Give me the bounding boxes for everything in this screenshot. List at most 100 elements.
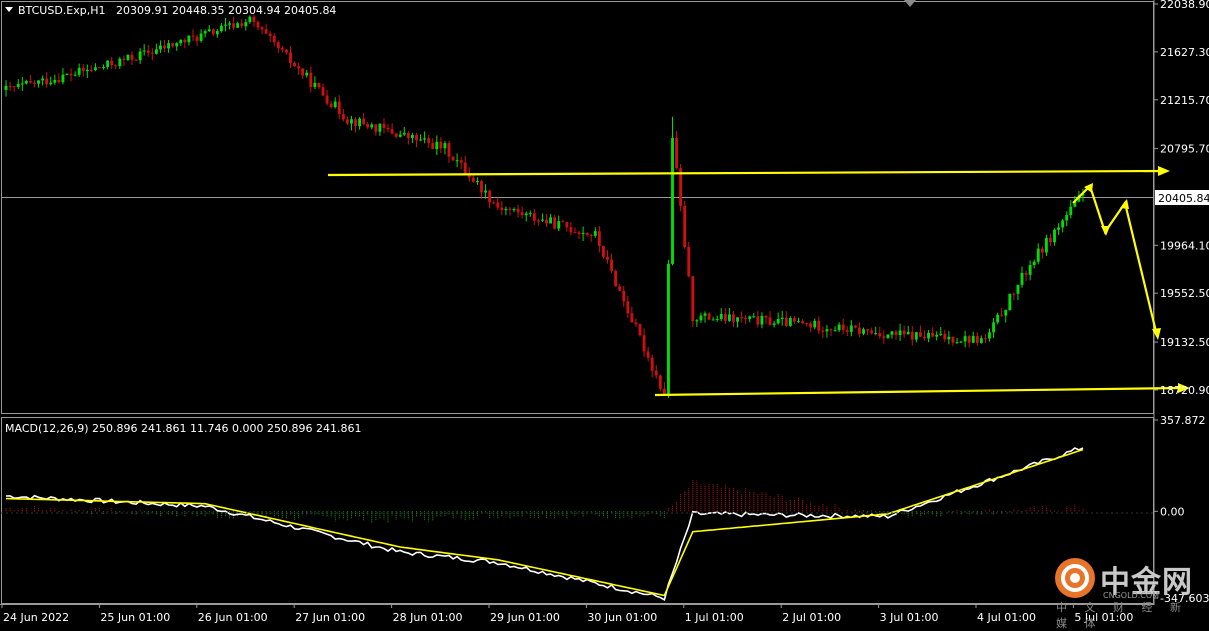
candle-body	[81, 67, 85, 72]
candle-body	[20, 83, 24, 85]
candle-body	[1028, 265, 1032, 275]
candle-body	[837, 324, 841, 331]
price-tick-label: 20795.70	[1160, 143, 1209, 156]
candle-body	[894, 331, 898, 336]
candle-body	[289, 52, 292, 64]
collapse-triangle-icon[interactable]	[5, 7, 13, 12]
candle-body	[232, 23, 236, 28]
candle-body	[305, 72, 309, 76]
candle-body	[788, 318, 792, 326]
candle-body	[793, 318, 796, 322]
candle-body	[106, 60, 110, 68]
candle-body	[1036, 248, 1040, 262]
time-tick-label: 27 Jun 01:00	[295, 611, 365, 624]
candle-body	[634, 322, 638, 325]
candle-body	[1040, 248, 1044, 253]
candle-body	[394, 133, 398, 137]
candle-body	[1012, 293, 1016, 295]
candle-body	[1044, 237, 1048, 253]
candle-body	[12, 86, 16, 88]
candle-body	[260, 27, 264, 30]
candles-group	[4, 14, 1085, 399]
candle-body	[313, 82, 317, 88]
candle-body	[988, 332, 991, 339]
candle-body	[415, 135, 418, 141]
candle-body	[902, 330, 906, 335]
time-tick-label: 30 Jun 01:00	[587, 611, 657, 624]
candle-body	[350, 119, 353, 124]
candle-body	[370, 124, 374, 128]
candle-body	[882, 336, 886, 339]
candle-body	[687, 246, 691, 277]
resistance-line	[327, 169, 1163, 177]
candle-body	[979, 338, 983, 343]
candle-body	[435, 141, 439, 150]
candle-body	[756, 316, 760, 325]
annotations-group	[327, 166, 1190, 397]
candle-body	[321, 87, 325, 96]
candle-body	[1032, 261, 1036, 266]
candle-body	[618, 286, 622, 291]
candle-body	[431, 142, 435, 150]
candle-body	[906, 331, 910, 335]
candle-body	[593, 231, 597, 236]
candle-body	[451, 156, 455, 161]
candle-body	[1024, 272, 1028, 275]
candle-body	[947, 336, 951, 340]
candle-body	[191, 35, 195, 37]
candle-body	[695, 320, 699, 322]
macd-panel-frame	[1, 417, 1154, 604]
candle-body	[658, 375, 662, 389]
candle-body	[914, 332, 918, 340]
candle-body	[374, 124, 378, 132]
candle-body	[776, 318, 780, 324]
candle-body	[967, 336, 971, 343]
candle-body	[1053, 229, 1056, 243]
candle-body	[715, 319, 719, 321]
candle-body	[602, 245, 605, 257]
candle-body	[49, 82, 53, 85]
candle-body	[455, 160, 459, 162]
candle-body	[667, 263, 670, 396]
candle-body	[1016, 284, 1020, 294]
candle-body	[244, 22, 248, 27]
candle-body	[167, 43, 171, 49]
candle-body	[886, 334, 890, 339]
candle-body	[276, 42, 280, 49]
candle-body	[8, 85, 12, 87]
candle-body	[146, 50, 150, 53]
candle-body	[918, 332, 922, 337]
candle-body	[748, 316, 752, 320]
candle-body	[675, 137, 678, 169]
candle-body	[297, 66, 301, 69]
cngold-logo-icon	[1055, 558, 1095, 598]
candle-body	[366, 124, 370, 128]
candle-body	[630, 313, 634, 323]
candle-body	[183, 39, 187, 43]
watermark-subtitle: 中 文 财 经 新 媒 体	[1056, 601, 1188, 630]
candle-body	[203, 31, 207, 34]
candle-body	[801, 321, 804, 324]
candle-body	[963, 336, 967, 342]
candle-body	[927, 332, 930, 339]
candle-body	[1049, 237, 1052, 243]
candle-body	[866, 329, 870, 331]
projection-path	[1072, 183, 1159, 337]
price-tick-label: 21215.70	[1160, 94, 1209, 107]
candle-body	[240, 23, 244, 27]
candle-body	[57, 79, 61, 83]
chart-canvas[interactable]: BTCUSD.Exp,H1 20309.91 20448.35 20304.94…	[0, 0, 1209, 627]
scroll-marker-icon[interactable]	[904, 0, 916, 7]
candle-body	[841, 324, 845, 331]
candle-body	[520, 212, 524, 216]
candle-body	[77, 67, 81, 75]
candle-body	[199, 33, 203, 41]
price-tick-label: 19964.10	[1160, 239, 1209, 252]
candle-body	[589, 234, 593, 236]
candle-body	[825, 329, 829, 332]
candle-body	[650, 357, 654, 371]
candle-body	[654, 370, 658, 376]
candle-body	[102, 67, 105, 69]
macd-histogram-group	[5, 479, 1084, 523]
candle-body	[272, 35, 276, 43]
